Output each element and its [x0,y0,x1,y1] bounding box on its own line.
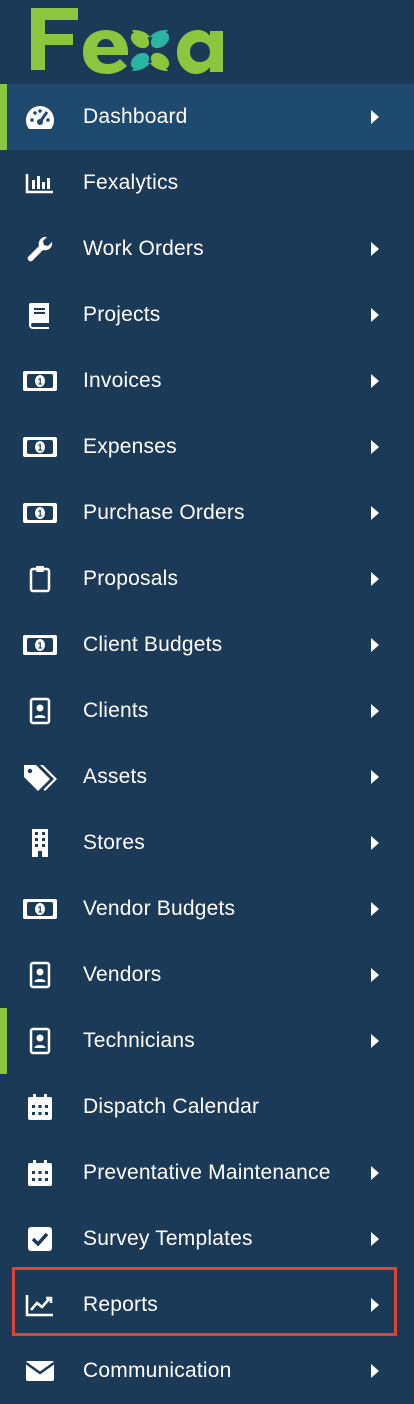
sidebar-item-purchase-orders[interactable]: 1 Purchase Orders [0,480,414,546]
money-bill-icon: 1 [22,499,58,527]
tags-icon [22,763,58,791]
id-badge-icon [22,697,58,725]
sidebar-item-expenses[interactable]: 1 Expenses [0,414,414,480]
sidebar-item-label: Dashboard [83,105,188,128]
sidebar-item-label: Invoices [83,369,162,392]
wrench-icon [22,235,58,263]
line-chart-icon [22,1291,58,1319]
sidebar-item-label: Vendor Budgets [83,897,236,920]
caret-right-icon [371,1166,379,1180]
caret-right-icon [371,110,379,124]
sidebar-item-label: Work Orders [83,237,204,260]
sidebar-item-technicians[interactable]: Technicians [0,1008,414,1074]
sidebar-item-label: Purchase Orders [83,501,245,524]
sidebar-item-label: Expenses [83,435,177,458]
caret-right-icon [371,638,379,652]
sidebar-item-preventative-maintenance[interactable]: Preventative Maintenance [0,1140,414,1206]
money-bill-icon: 1 [22,631,58,659]
sidebar-item-label: Assets [83,765,148,788]
caret-right-icon [371,506,379,520]
sidebar-item-communication[interactable]: Communication [0,1338,414,1404]
sidebar-item-label: Dispatch Calendar [83,1095,260,1118]
fexa-logo [31,8,223,74]
caret-right-icon [371,836,379,850]
id-badge-icon [22,961,58,989]
sidebar-item-label: Technicians [83,1029,195,1052]
calendar-icon [22,1093,58,1121]
sidebar-menu: Dashboard Fexalytics Work Orders Project… [0,84,414,1404]
sidebar-item-work-orders[interactable]: Work Orders [0,216,414,282]
sidebar-item-label: Client Budgets [83,633,223,656]
caret-right-icon [371,902,379,916]
money-bill-icon: 1 [22,895,58,923]
building-icon [22,829,58,857]
sidebar-item-invoices[interactable]: 1 Invoices [0,348,414,414]
clipboard-icon [22,565,58,593]
caret-right-icon [371,1232,379,1246]
dashboard-gauge-icon [22,103,58,131]
caret-right-icon [371,1364,379,1378]
sidebar-item-stores[interactable]: Stores [0,810,414,876]
id-badge-icon [22,1027,58,1055]
bar-chart-icon [22,169,58,197]
check-square-icon [22,1225,58,1253]
envelope-icon [22,1357,58,1385]
caret-right-icon [371,704,379,718]
sidebar-item-proposals[interactable]: Proposals [0,546,414,612]
svg-text:1: 1 [37,443,42,453]
money-bill-icon: 1 [22,433,58,461]
svg-text:1: 1 [37,641,42,651]
sidebar-item-client-budgets[interactable]: 1 Client Budgets [0,612,414,678]
sidebar-item-label: Survey Templates [83,1227,253,1250]
caret-right-icon [371,308,379,322]
caret-right-icon [371,1034,379,1048]
sidebar-item-label: Projects [83,303,161,326]
sidebar-item-dashboard[interactable]: Dashboard [0,84,414,150]
calendar-icon [22,1159,58,1187]
sidebar-item-fexalytics[interactable]: Fexalytics [0,150,414,216]
sidebar-item-reports[interactable]: Reports [0,1272,414,1338]
active-indicator [0,1008,7,1074]
sidebar-item-label: Clients [83,699,149,722]
money-bill-icon: 1 [22,367,58,395]
sidebar-item-label: Vendors [83,963,162,986]
sidebar-item-survey-templates[interactable]: Survey Templates [0,1206,414,1272]
sidebar-item-assets[interactable]: Assets [0,744,414,810]
svg-text:1: 1 [37,509,42,519]
caret-right-icon [371,440,379,454]
sidebar-item-label: Communication [83,1359,232,1382]
sidebar-item-clients[interactable]: Clients [0,678,414,744]
caret-right-icon [371,374,379,388]
sidebar-item-vendors[interactable]: Vendors [0,942,414,1008]
sidebar-item-label: Stores [83,831,145,854]
active-indicator [0,84,7,150]
sidebar-item-vendor-budgets[interactable]: 1 Vendor Budgets [0,876,414,942]
caret-right-icon [371,968,379,982]
sidebar-item-projects[interactable]: Projects [0,282,414,348]
caret-right-icon [371,242,379,256]
book-icon [22,301,58,329]
caret-right-icon [371,770,379,784]
caret-right-icon [371,1298,379,1312]
sidebar-item-label: Fexalytics [83,171,179,194]
sidebar-item-label: Preventative Maintenance [83,1161,331,1184]
sidebar-item-label: Proposals [83,567,179,590]
sidebar-item-dispatch-calendar[interactable]: Dispatch Calendar [0,1074,414,1140]
svg-text:1: 1 [37,905,42,915]
svg-text:1: 1 [37,377,42,387]
caret-right-icon [371,572,379,586]
sidebar-item-label: Reports [83,1293,158,1316]
